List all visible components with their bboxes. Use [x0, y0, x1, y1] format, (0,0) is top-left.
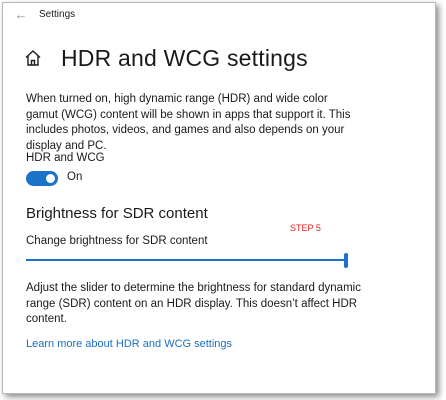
window-title: Settings: [39, 9, 76, 20]
hdr-description: When turned on, high dynamic range (HDR)…: [26, 93, 351, 152]
slider-fill: [26, 259, 348, 261]
hdr-wcg-toggle[interactable]: [26, 171, 58, 186]
page-title: HDR and WCG settings: [61, 44, 308, 71]
sdr-help-text: Adjust the slider to determine the brigh…: [26, 282, 361, 325]
step-annotation: STEP 5: [290, 223, 321, 233]
learn-more-link[interactable]: Learn more about HDR and WCG settings: [26, 338, 232, 350]
toggle-state-text: On: [67, 171, 83, 183]
slider-thumb[interactable]: [344, 253, 348, 268]
sdr-slider-label: Change brightness for SDR content: [26, 235, 208, 247]
hdr-wcg-label: HDR and WCG: [26, 152, 105, 164]
title-bar: ← Settings: [3, 3, 435, 31]
page-header: HDR and WCG settings: [23, 43, 308, 73]
toggle-knob: [46, 174, 55, 183]
back-arrow-icon[interactable]: ←: [11, 5, 31, 25]
sdr-section-title: Brightness for SDR content: [26, 205, 208, 222]
home-icon: [25, 50, 41, 66]
sdr-brightness-slider[interactable]: [26, 253, 348, 269]
settings-window: ← Settings HDR and WCG settings When tur…: [2, 2, 436, 394]
